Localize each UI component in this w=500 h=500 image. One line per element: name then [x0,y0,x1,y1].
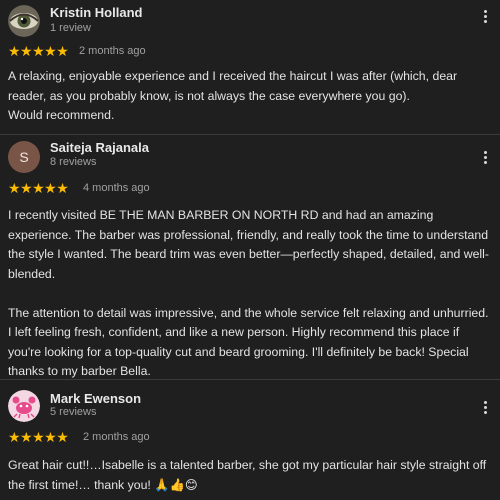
star-rating: ★★★★★ [8,429,69,445]
more-options-icon[interactable] [480,8,490,26]
star-rating: ★★★★★ [8,43,69,59]
review-date: 4 months ago [83,182,150,194]
review-date: 2 months ago [79,45,146,57]
review-text: Great hair cut!!…Isabelle is a talented … [8,458,487,492]
review-text: A relaxing, enjoyable experience and I r… [8,69,458,122]
reviewer-review-count: 8 reviews [50,156,97,168]
more-options-icon[interactable] [480,399,490,417]
more-options-icon[interactable] [480,149,490,167]
reviewer-review-count: 1 review [50,22,91,34]
reviewer-review-count: 5 reviews [50,406,97,418]
star-rating: ★★★★★ [8,180,69,196]
avatar[interactable]: S [8,141,40,173]
review-card: Mark Ewenson 5 reviews ★★★★★ 2 months ag… [0,380,500,500]
reviewer-name[interactable]: Mark Ewenson [50,391,141,406]
review-text: I recently visited BE THE MAN BARBER ON … [8,208,489,378]
review-card: S Saiteja Rajanala 8 reviews ★★★★★ 4 mon… [0,135,500,380]
review-date: 2 months ago [83,431,150,443]
reviewer-name[interactable]: Saiteja Rajanala [50,140,149,155]
reviewer-name[interactable]: Kristin Holland [50,5,142,20]
eye-photo-avatar[interactable] [8,5,40,37]
pink-crab-avatar[interactable] [8,390,40,422]
avatar-letter: S [19,149,29,165]
review-card: Kristin Holland 1 review ★★★★★ 2 months … [0,0,500,135]
